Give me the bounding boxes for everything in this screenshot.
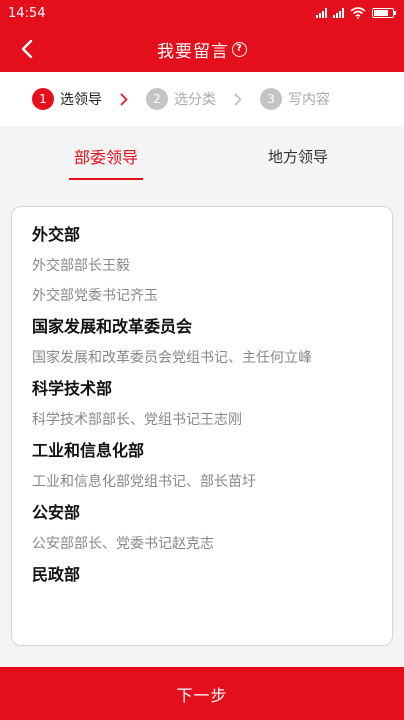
step-2: 2 选分类: [146, 88, 216, 110]
dept-heading: 科学技术部: [32, 379, 113, 398]
step-3: 3 写内容: [260, 88, 330, 110]
back-button[interactable]: [12, 34, 42, 64]
tab-local-leaders[interactable]: 地方领导: [202, 132, 394, 180]
step-1: 1 选领导: [32, 88, 102, 110]
help-icon[interactable]: ?: [232, 41, 247, 57]
page-title: 我要留言 ?: [157, 37, 247, 62]
step-1-number: 1: [32, 88, 54, 110]
page-title-text: 我要留言: [157, 41, 229, 62]
next-step-button[interactable]: 下一步: [0, 667, 404, 720]
signal-icon: [316, 8, 327, 18]
step-1-label: 选领导: [60, 92, 102, 108]
leader-item[interactable]: 科学技术部部长、党组书记王志刚: [32, 409, 374, 431]
status-icons: [316, 7, 396, 19]
step-3-number: 3: [260, 88, 282, 110]
dept-heading: 民政部: [32, 565, 81, 584]
step-indicator: 1 选领导 2 选分类 3 写内容: [0, 72, 404, 126]
leader-item[interactable]: 工业和信息化部党组书记、部长苗圩: [32, 471, 374, 493]
leader-item[interactable]: 国家发展和改革委员会党组书记、主任何立峰: [32, 347, 374, 369]
signal-icon-2: [333, 8, 344, 18]
step-2-number: 2: [146, 88, 168, 110]
dept-heading: 公安部: [32, 503, 81, 522]
dept-heading: 国家发展和改革委员会: [32, 317, 193, 336]
chevron-right-icon: [120, 92, 128, 106]
status-bar: 14:54: [0, 0, 404, 26]
leader-list: 外交部 外交部部长王毅 外交部党委书记齐玉 国家发展和改革委员会 国家发展和改革…: [11, 206, 393, 646]
step-3-label: 写内容: [288, 92, 330, 108]
leader-item[interactable]: 外交部党委书记齐玉: [32, 285, 374, 307]
leader-item[interactable]: 公安部部长、党委书记赵克志: [32, 533, 374, 555]
step-2-label: 选分类: [174, 92, 216, 108]
tab-ministry-leaders[interactable]: 部委领导: [10, 132, 202, 180]
chevron-right-icon: [234, 92, 242, 106]
app-header: 14:54 我要留言 ?: [0, 0, 404, 72]
status-time: 14:54: [8, 5, 46, 21]
dept-heading: 工业和信息化部: [32, 441, 145, 460]
wifi-icon: [350, 7, 366, 19]
title-bar: 我要留言 ?: [0, 26, 404, 72]
leader-tabs: 部委领导 地方领导: [10, 132, 394, 180]
battery-icon: [372, 8, 396, 18]
back-arrow-icon: [21, 40, 33, 58]
leader-item[interactable]: 外交部部长王毅: [32, 255, 374, 277]
dept-heading: 外交部: [32, 225, 81, 244]
